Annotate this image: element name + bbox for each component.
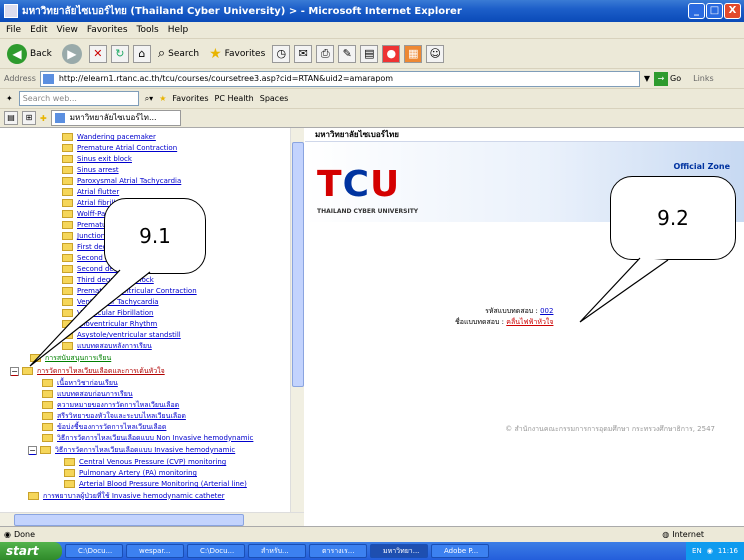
- start-button[interactable]: start: [0, 542, 62, 560]
- status-bar: ◉ Done ◍ Internet: [0, 526, 744, 542]
- taskbar-item[interactable]: C:\Docu...: [65, 544, 123, 558]
- zone-indicator: ◍ Internet: [662, 530, 704, 539]
- taskbar-item[interactable]: C:\Docu...: [187, 544, 245, 558]
- taskbar-item[interactable]: สำหรับ...: [248, 544, 306, 558]
- clock: 11:16: [717, 547, 738, 555]
- taskbar-item-active[interactable]: มหาวิทยา...: [370, 544, 428, 558]
- taskbar-item[interactable]: wespar...: [126, 544, 184, 558]
- taskbar: start C:\Docu... wespar... C:\Docu... สำ…: [0, 542, 744, 560]
- system-tray: EN ◉ 11:16: [686, 542, 744, 560]
- tray-icon[interactable]: ◉: [707, 547, 713, 555]
- status-text: Done: [13, 530, 36, 539]
- taskbar-item[interactable]: ตารางเร...: [309, 544, 367, 558]
- language-indicator[interactable]: EN: [692, 547, 702, 555]
- callout-pointers: [29, 257, 669, 367]
- page-status-icon: ◉: [4, 530, 11, 539]
- taskbar-item[interactable]: Adobe P...: [431, 544, 489, 558]
- globe-icon: ◍: [662, 530, 670, 539]
